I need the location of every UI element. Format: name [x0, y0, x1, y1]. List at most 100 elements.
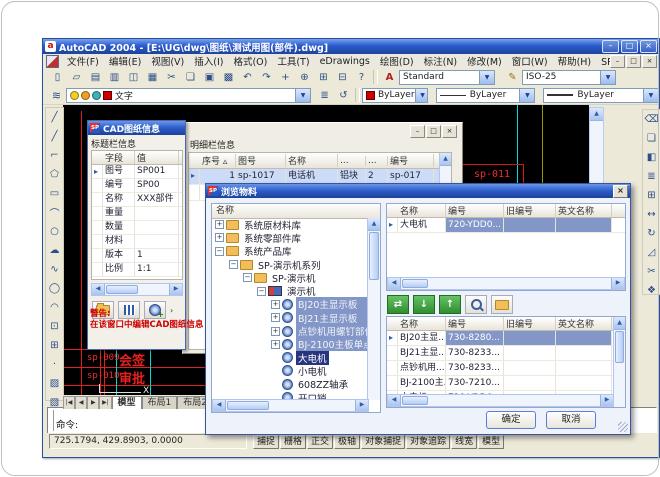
tree-item[interactable]: +系统原材料库: [212, 218, 368, 231]
table-row[interactable]: BJ20主显...730-8280...: [387, 331, 625, 346]
copy-icon[interactable]: ❏: [181, 69, 200, 86]
close-button[interactable]: ×: [442, 125, 457, 138]
coordinate-readout[interactable]: 725.1794, 429.8903, 0.0000: [49, 434, 247, 449]
spline-icon[interactable]: ∿: [46, 260, 64, 279]
scroll-left-icon[interactable]: ◀: [388, 278, 401, 289]
table-row[interactable]: BJ-2100主...730-7210...: [387, 376, 625, 391]
status-toggle-button[interactable]: 线宽: [451, 435, 477, 449]
close-button[interactable]: ×: [640, 40, 657, 53]
move-icon[interactable]: ↔: [643, 205, 660, 224]
help-icon[interactable]: ?: [352, 69, 371, 86]
hatch-icon[interactable]: ▨: [46, 374, 64, 393]
mdi-minimize-button[interactable]: –: [610, 55, 625, 68]
close-button[interactable]: ×: [613, 185, 628, 198]
status-toggle-button[interactable]: 捕捉: [253, 435, 279, 449]
menu-item[interactable]: eDrawings: [315, 56, 375, 67]
scrollbar-thumb[interactable]: [106, 285, 138, 294]
scrollbar-thumb[interactable]: [402, 396, 428, 405]
tab-first-button[interactable]: |◀: [63, 396, 75, 409]
expand-toggle-icon[interactable]: +: [215, 220, 224, 229]
scroll-up-icon[interactable]: ▲: [368, 218, 380, 231]
layer-combo[interactable]: 文字 ▼: [66, 88, 311, 103]
command-window-grip[interactable]: [49, 410, 54, 431]
scrollbar-thumb[interactable]: [615, 331, 624, 363]
vertical-scrollbar[interactable]: ▲: [613, 317, 625, 407]
polygon-icon[interactable]: ⬠: [46, 165, 64, 184]
scroll-left-icon[interactable]: ◀: [92, 284, 105, 295]
explode-icon[interactable]: ❖: [643, 281, 660, 300]
offset-icon[interactable]: ≣: [643, 167, 660, 186]
maximize-button[interactable]: □: [426, 125, 441, 138]
layout-tab[interactable]: 布局1: [142, 396, 178, 409]
table-row[interactable]: BJ21主显...730-8233...: [387, 346, 625, 361]
point-icon[interactable]: ·: [46, 355, 64, 374]
tree-item[interactable]: 小电机: [212, 364, 368, 377]
ok-button[interactable]: 确定: [486, 411, 536, 429]
tree-item[interactable]: 大电机: [212, 351, 368, 364]
maximize-button[interactable]: □: [621, 40, 638, 53]
cancel-button[interactable]: 取消: [546, 411, 596, 429]
menu-item[interactable]: SP-PDM插件(P): [596, 54, 610, 68]
color-combo[interactable]: ByLayer ▼: [362, 88, 428, 103]
menu-item[interactable]: 格式(O): [228, 54, 272, 68]
dim-style-icon[interactable]: ✎: [503, 69, 522, 86]
undo-icon[interactable]: ↶: [238, 69, 257, 86]
zoom-realtime-icon[interactable]: ⊕: [295, 69, 314, 86]
scroll-right-icon[interactable]: ▶: [611, 278, 624, 289]
chevron-down-icon[interactable]: ▼: [519, 89, 534, 102]
menu-item[interactable]: 工具(T): [272, 54, 314, 68]
mirror-icon[interactable]: ◧: [643, 148, 660, 167]
move-up-icon[interactable]: ↑: [439, 295, 461, 314]
tree-item[interactable]: +BJ20主显示板: [212, 298, 368, 311]
tab-next-button[interactable]: ▶: [87, 396, 99, 409]
status-toggle-button[interactable]: 正交: [307, 435, 333, 449]
make-layer-current-icon[interactable]: ≣: [315, 87, 334, 104]
trim-icon[interactable]: ✂: [643, 262, 660, 281]
tree-item[interactable]: +点钞机用螺钉部件: [212, 324, 368, 337]
status-toggle-button[interactable]: 极轴: [334, 435, 360, 449]
expand-toggle-icon[interactable]: +: [271, 300, 280, 309]
redo-icon[interactable]: ↷: [257, 69, 276, 86]
tree-item[interactable]: +BJ-2100主板单点: [212, 338, 368, 351]
table-row[interactable]: 比例1:1: [92, 263, 182, 277]
menu-item[interactable]: 视图(V): [146, 54, 189, 68]
menu-item[interactable]: 文件(F): [62, 54, 104, 68]
search-icon[interactable]: [465, 295, 487, 314]
expand-toggle-icon[interactable]: [271, 366, 280, 375]
tree-item[interactable]: +BJ21主显示板: [212, 311, 368, 324]
rotate-icon[interactable]: ↻: [643, 224, 660, 243]
save-icon[interactable]: ▤: [86, 69, 105, 86]
menu-item[interactable]: 插入(I): [189, 54, 228, 68]
tree-item[interactable]: −演示机: [212, 284, 368, 297]
table-row[interactable]: 大电机720-YDD0...: [387, 218, 625, 233]
drawing-file-icon[interactable]: [46, 55, 59, 68]
status-toggle-button[interactable]: 栅格: [280, 435, 306, 449]
menu-item[interactable]: 绘图(D): [375, 54, 419, 68]
move-down-icon[interactable]: ↓: [413, 295, 435, 314]
expand-toggle-icon[interactable]: +: [271, 327, 280, 336]
transfer-icon[interactable]: ⇄: [387, 295, 409, 314]
polyline-icon[interactable]: ⌐: [46, 146, 64, 165]
menu-item[interactable]: 标注(N): [419, 54, 463, 68]
expand-toggle-icon[interactable]: −: [243, 273, 252, 282]
linetype-combo[interactable]: ByLayer ▼: [436, 88, 536, 103]
expand-toggle-icon[interactable]: −: [215, 247, 224, 256]
plot-icon[interactable]: ▥: [105, 69, 124, 86]
browse-dialog-title-bar[interactable]: SP 浏览物料 ×: [206, 184, 630, 198]
material-list-table[interactable]: 名称 编号 旧编号 英文名称 BJ20主显...730-8280...BJ21主…: [386, 316, 626, 408]
layer-previous-icon[interactable]: ↺: [334, 87, 353, 104]
scroll-right-icon[interactable]: ▶: [355, 400, 368, 411]
new-file-icon[interactable]: ▯: [48, 69, 67, 86]
scroll-up-icon[interactable]: ▲: [590, 108, 603, 121]
scroll-up-icon[interactable]: ▲: [440, 153, 451, 166]
ellipse-icon[interactable]: ◯: [46, 279, 64, 298]
paste-icon[interactable]: ▣: [200, 69, 219, 86]
cut-icon[interactable]: ✂: [162, 69, 181, 86]
tree-item[interactable]: 608ZZ轴承: [212, 378, 368, 391]
table-row[interactable]: 编号SP00: [92, 179, 182, 193]
expand-toggle-icon[interactable]: [271, 353, 280, 362]
rectangle-icon[interactable]: ▭: [46, 184, 64, 203]
table-row[interactable]: 图号SP001: [92, 165, 182, 179]
circle-icon[interactable]: ○: [46, 222, 64, 241]
tree-item[interactable]: −SP-演示机: [212, 271, 368, 284]
